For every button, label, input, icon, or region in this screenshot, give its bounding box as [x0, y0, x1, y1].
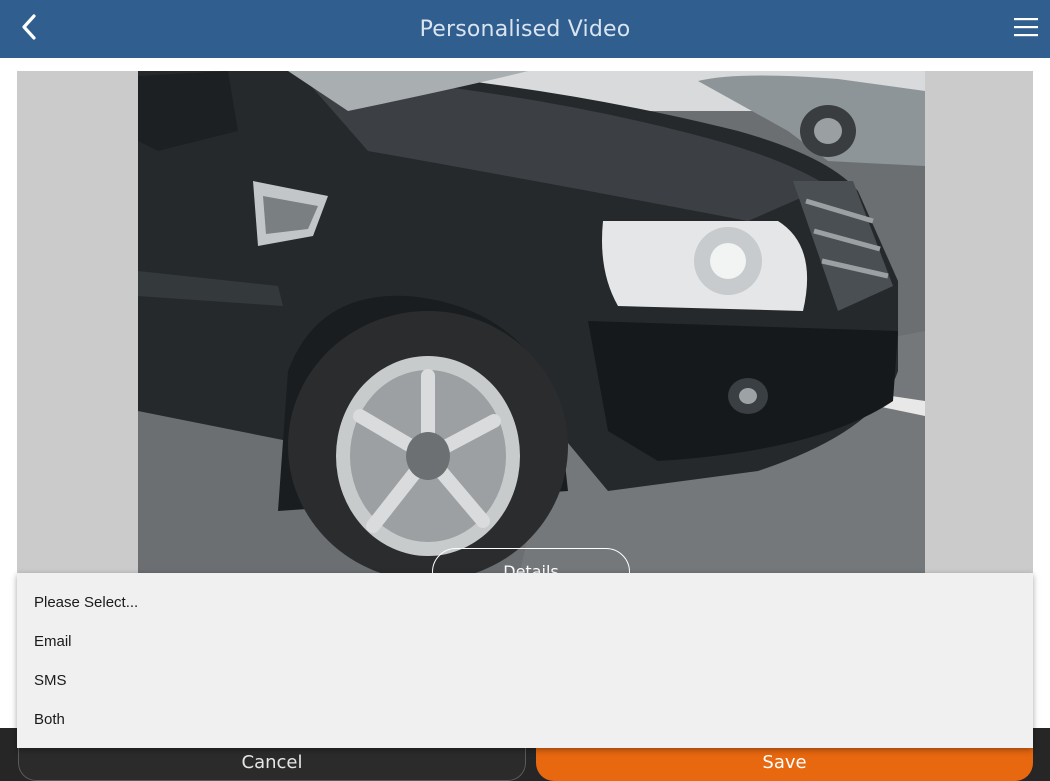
delivery-method-dropdown-list: Please Select... Email SMS Both [17, 573, 1033, 748]
hamburger-menu-icon [1013, 16, 1039, 42]
app-root: Personalised Video Details Cancel Save P… [0, 0, 1050, 781]
video-preview-panel: Details [17, 71, 1033, 581]
option-both[interactable]: Both [17, 700, 1033, 739]
car-photo [138, 71, 925, 581]
page-title: Personalised Video [419, 16, 631, 42]
option-email[interactable]: Email [17, 622, 1033, 661]
menu-button[interactable] [1008, 12, 1044, 46]
back-button[interactable] [12, 12, 46, 46]
top-bar: Personalised Video [0, 0, 1050, 58]
cancel-button[interactable]: Cancel [18, 748, 526, 781]
option-sms[interactable]: SMS [17, 661, 1033, 700]
chevron-left-icon [18, 13, 40, 45]
video-thumbnail[interactable] [138, 71, 925, 581]
option-please-select[interactable]: Please Select... [17, 583, 1033, 622]
save-button[interactable]: Save [536, 748, 1033, 781]
